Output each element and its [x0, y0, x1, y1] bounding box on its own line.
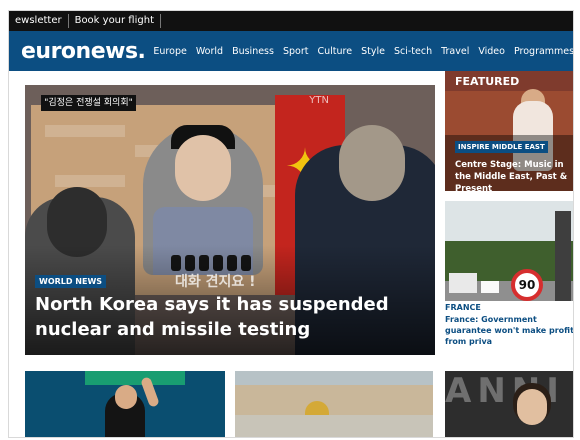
performer-head [115, 385, 137, 409]
tv-logo: YTN [309, 95, 329, 106]
featured-label: FEATURED [455, 75, 520, 88]
hero-headline[interactable]: North Korea says it has suspended nuclea… [35, 292, 415, 342]
browser-frame: ewsletter Book your flight euronews. Eur… [8, 10, 574, 438]
featured-card[interactable]: FEATURED INSPIRE MIDDLE EAST Centre Stag… [445, 71, 573, 191]
nav-sci-tech[interactable]: Sci-tech [394, 46, 432, 57]
nav-items: Europe World Business Sport Culture Styl… [153, 45, 574, 57]
nav-europe[interactable]: Europe [153, 46, 186, 57]
nav-programmes[interactable]: Programmes [513, 45, 574, 57]
portrait-face [517, 389, 547, 425]
tv-caption: 대화 견지요 ! [175, 274, 256, 290]
nav-business[interactable]: Business [232, 46, 274, 57]
bottom-article-portrait[interactable]: ANNI [445, 371, 573, 437]
nav-travel[interactable]: Travel [441, 46, 469, 57]
hero-article[interactable]: ✦ "김정은 전쟁설 회의회" YTN 대화 견지요 ! WORLD NEWS … [25, 85, 435, 355]
page-content: ✦ "김정은 전쟁설 회의회" YTN 대화 견지요 ! WORLD NEWS … [9, 71, 573, 437]
stage-lights [85, 371, 185, 385]
top-utility-bar: ewsletter Book your flight [9, 11, 573, 31]
speed-camera-pole [555, 211, 571, 301]
nav-programmes-label: Programmes [513, 45, 574, 57]
france-tag[interactable]: FRANCE [445, 303, 573, 312]
hero-image-brick [55, 175, 125, 187]
france-article-image[interactable]: 90 [445, 201, 573, 301]
viewer-head [339, 125, 405, 201]
hero-category-tag[interactable]: WORLD NEWS [35, 275, 107, 288]
nav-video[interactable]: Video [478, 46, 505, 57]
featured-tag[interactable]: INSPIRE MIDDLE EAST [455, 141, 548, 153]
city-ground [235, 415, 433, 437]
nav-sport[interactable]: Sport [283, 46, 309, 57]
speaker-face [175, 135, 231, 201]
france-title[interactable]: France: Government guarantee won't make … [445, 314, 573, 347]
france-article-text[interactable]: FRANCE France: Government guarantee won'… [445, 303, 573, 347]
euronews-logo[interactable]: euronews. [9, 39, 153, 64]
nav-world[interactable]: World [196, 46, 223, 57]
speed-limit-sign: 90 [511, 269, 543, 301]
tv-banner: "김정은 전쟁설 회의회" [41, 95, 136, 111]
bottom-article-concert[interactable] [25, 371, 225, 437]
van-icon [481, 281, 499, 293]
hero-image-brick [45, 125, 125, 137]
nav-culture[interactable]: Culture [317, 46, 352, 57]
divider [160, 14, 161, 28]
background-letters: ANNI [445, 371, 565, 411]
newsletter-link[interactable]: ewsletter [9, 11, 68, 31]
featured-title[interactable]: Centre Stage: Music in the Middle East, … [455, 159, 573, 191]
nav-style[interactable]: Style [361, 46, 385, 57]
book-flight-link[interactable]: Book your flight [69, 11, 160, 31]
truck-icon [449, 273, 477, 293]
city-skyline [235, 385, 433, 415]
bottom-article-city[interactable] [235, 371, 433, 437]
main-navigation: euronews. Europe World Business Sport Cu… [9, 31, 574, 71]
